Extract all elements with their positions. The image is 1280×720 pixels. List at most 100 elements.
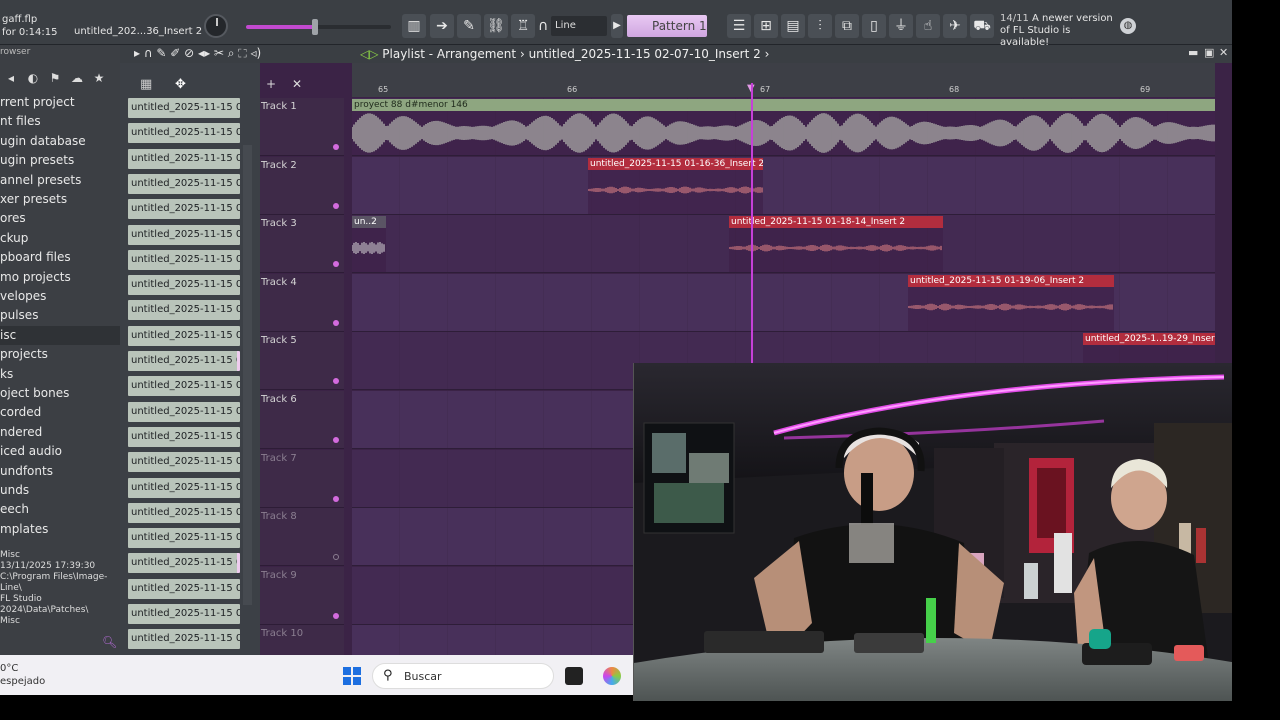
track-mute-dot[interactable] (333, 554, 339, 561)
clip-source-item[interactable]: untitled_2025-11-15 01-... (128, 477, 240, 498)
audio-clip[interactable]: untitled_2025-11-15 01-18-14_Insert 2 (729, 216, 943, 273)
browser-item[interactable]: pulses (0, 306, 120, 325)
clip-source-item[interactable]: untitled_2025-11-15 01-... (128, 553, 240, 574)
track-header[interactable]: Track 4 (260, 273, 344, 332)
grid-icon[interactable]: ▦ (140, 77, 152, 92)
browser-item[interactable]: unds (0, 481, 120, 500)
browser-item[interactable]: oject bones (0, 384, 120, 403)
flag-icon[interactable]: ⚑ (44, 71, 66, 85)
back-icon[interactable]: ◂ (0, 71, 22, 85)
piano-icon[interactable]: ▥ (402, 14, 426, 38)
clip-source-item[interactable]: untitled_2025-11-15 01-... (128, 249, 240, 270)
browser-item[interactable]: mplates (0, 520, 120, 539)
browser-item[interactable]: iced audio (0, 442, 120, 461)
browser-item[interactable]: ores (0, 209, 120, 228)
audio-clip[interactable]: untitled_2025-11-15 01-16-36_Insert 2 (588, 157, 763, 214)
add-track-icon[interactable]: + (266, 77, 276, 91)
clip-source-item[interactable]: untitled_2025-11-15 01-... (128, 351, 240, 371)
track-header[interactable]: Track 1 (260, 98, 344, 156)
taskbar-search[interactable]: ⚲ Buscar (372, 663, 554, 689)
globe-icon[interactable]: ◍ (1120, 18, 1136, 34)
link-icon[interactable]: ⛓ (484, 14, 508, 38)
star-icon[interactable]: ★ (88, 71, 110, 85)
cart-icon[interactable]: ⛟ (970, 14, 994, 38)
audio-clip[interactable]: untitled_2025-11-15 01-19-06_Insert 2 (908, 274, 1114, 331)
snap-select[interactable]: Line (551, 16, 607, 36)
track-mute-dot[interactable] (333, 612, 339, 619)
audio-clip[interactable]: un..2 (352, 216, 386, 273)
browser-item[interactable]: ndered (0, 423, 120, 442)
track-header[interactable]: Track 9 (260, 566, 344, 625)
track-header[interactable]: Track 7 (260, 449, 344, 508)
master-pitch-knob[interactable] (204, 14, 228, 38)
track-mute-dot[interactable] (333, 378, 339, 385)
track-mute-dot[interactable] (333, 202, 339, 209)
channel-rack-icon[interactable]: ⊞ (754, 14, 778, 38)
close-track-icon[interactable]: ✕ (292, 77, 302, 91)
track-header[interactable]: Track 6 (260, 391, 344, 449)
clip-source-item[interactable]: untitled_2025-11-15 01-... (128, 275, 240, 296)
track-mute-dot[interactable] (333, 144, 339, 150)
windows-start-icon[interactable] (343, 667, 361, 685)
clip-source-item[interactable]: untitled_2025-11-15 01-... (128, 578, 240, 599)
browser-item[interactable]: eech (0, 500, 120, 519)
maximize-icon[interactable]: ▣ (1204, 46, 1214, 59)
clip-source-item[interactable]: untitled_2025-11-15 01-... (128, 629, 240, 650)
clip-source-item[interactable]: untitled_2025-11-15 01-... (128, 173, 240, 194)
track-header[interactable]: Track 3 (260, 215, 344, 274)
browser-item[interactable]: projects (0, 345, 120, 364)
clip-source-item[interactable]: untitled_2025-11-15 01-... (128, 604, 240, 624)
track-header[interactable]: Track 2 (260, 156, 344, 215)
magnet-icon[interactable]: ∩ (538, 14, 548, 38)
clip-source-item[interactable]: untitled_2025-11-15 01-... (128, 502, 240, 523)
clip-source-item[interactable]: untitled_2025-11-15 01-... (128, 426, 240, 447)
clip-source-item[interactable]: untitled_2025-11-15 01-... (128, 123, 240, 144)
clip-source-item[interactable]: untitled_2025-11-15 01-... (128, 199, 240, 220)
clip-source-item[interactable]: untitled_2025-11-15 01-... (128, 300, 240, 321)
playlist-icon[interactable]: ☰ (727, 14, 751, 38)
clip-source-item[interactable]: untitled_2025-11-15 01-... (128, 528, 240, 549)
clip-source-item[interactable]: untitled_2025-11-15 01-... (128, 376, 240, 397)
patterns-icon[interactable]: ⧉ (835, 14, 859, 38)
track-lane[interactable] (352, 156, 1215, 215)
clip-source-item[interactable]: untitled_2025-11-15 01-... (128, 325, 240, 346)
browser-item[interactable]: mo projects (0, 268, 120, 287)
move-icon[interactable]: ✥ (175, 77, 186, 92)
undo-icon[interactable]: ◐ (22, 71, 44, 85)
track-header[interactable]: Track 8 (260, 508, 344, 567)
copilot-icon[interactable] (603, 667, 621, 685)
mixer-icon[interactable]: ⫶ (808, 14, 832, 38)
close-icon[interactable]: ✕ (1219, 46, 1228, 59)
browser-item[interactable]: ugin database (0, 132, 120, 151)
pianoroll-icon[interactable]: ▤ (781, 14, 805, 38)
browser-item[interactable]: xer presets (0, 190, 120, 209)
clip-source-item[interactable]: untitled_2025-11-15 01-... (128, 452, 240, 473)
list-scrollbar[interactable] (243, 145, 252, 605)
track-header[interactable]: Track 5 (260, 332, 344, 391)
search-icon[interactable]: 🔍︎ (102, 635, 117, 649)
track-mute-dot[interactable] (333, 261, 339, 268)
task-view-icon[interactable] (565, 667, 583, 685)
audio-clip[interactable]: proyect 88 d#menor 146 (352, 99, 1215, 155)
browser-item[interactable]: undfonts (0, 462, 120, 481)
update-notice[interactable]: 14/11 A newer version of FL Studio is av… (1000, 13, 1120, 49)
weather-temp[interactable]: 0°C (0, 663, 18, 674)
clip-source-item[interactable]: untitled_2025-11-15 01-... (128, 401, 240, 422)
timeline-ruler[interactable]: 65 66 67 68 69 ▼ (352, 63, 1215, 97)
browser-item[interactable]: nt files (0, 112, 120, 131)
browser-item[interactable]: corded (0, 403, 120, 422)
cloud-icon[interactable]: ☁ (66, 71, 88, 85)
pattern-select[interactable]: Pattern 1 (627, 15, 707, 37)
browser-item[interactable]: ckup (0, 229, 120, 248)
browser-item[interactable]: ugin presets (0, 151, 120, 170)
stamp-icon[interactable]: ♖ (511, 14, 535, 38)
browser-item[interactable]: isc (0, 325, 120, 345)
browser-icon[interactable]: ▯ (862, 14, 886, 38)
browser-item[interactable]: annel presets (0, 171, 120, 190)
master-volume-slider[interactable] (246, 19, 391, 35)
track-mute-dot[interactable] (333, 319, 339, 326)
browser-item[interactable]: ks (0, 365, 120, 384)
brush-icon[interactable]: ✎ (457, 14, 481, 38)
help-icon[interactable]: ✈ (943, 14, 967, 38)
play-arrow-icon[interactable]: ▶ (611, 14, 623, 38)
